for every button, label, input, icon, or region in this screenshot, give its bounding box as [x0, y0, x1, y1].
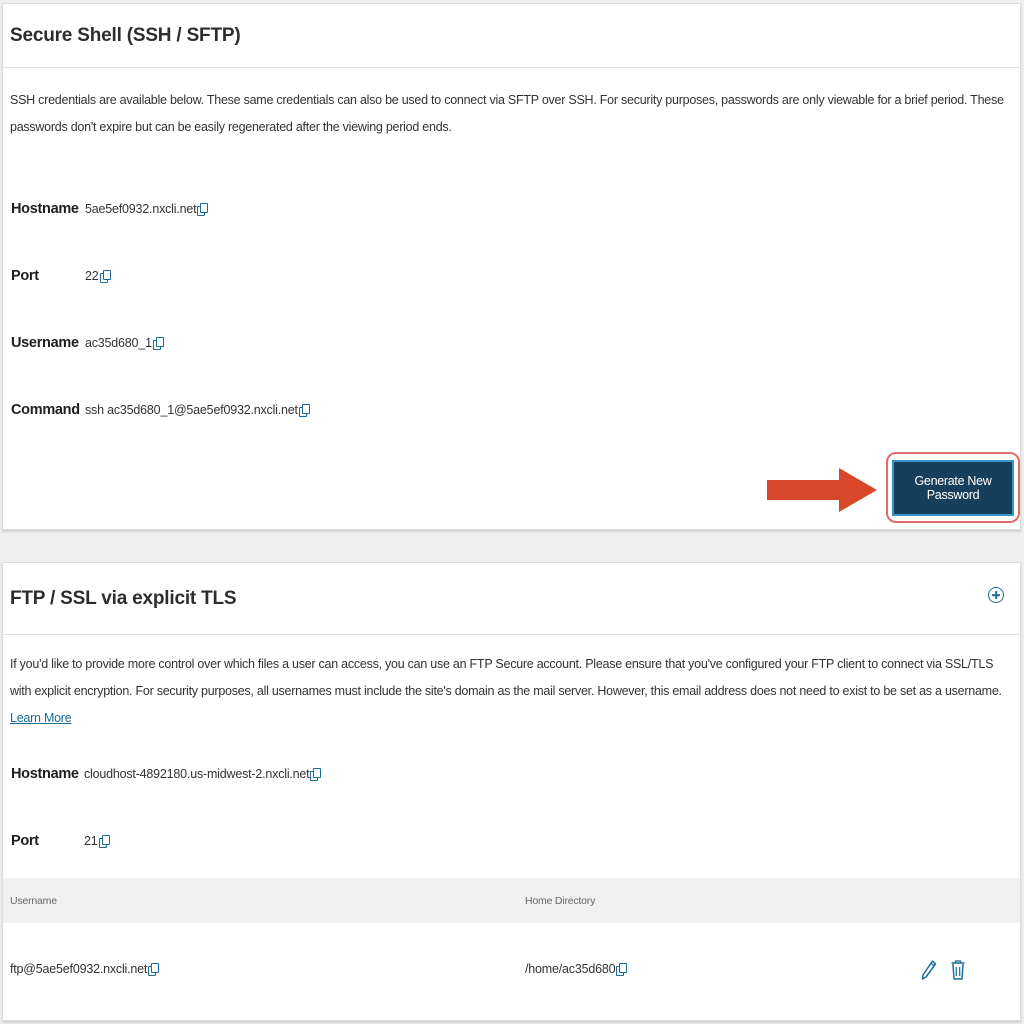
- ftp-port-label: Port: [11, 833, 39, 849]
- generate-button-highlight: Generate New Password: [886, 452, 1020, 523]
- copy-icon[interactable]: [197, 202, 209, 216]
- ssh-command-label: Command: [11, 402, 80, 418]
- ftp-hostname-field: Hostname cloudhost-4892180.us-midwest-2.…: [11, 763, 322, 785]
- ftp-description: If you'd like to provide more control ov…: [10, 651, 1006, 732]
- ftp-port-value: 21: [84, 834, 110, 848]
- copy-icon[interactable]: [98, 834, 110, 848]
- ssh-username-text: ac35d680_1: [85, 336, 152, 350]
- ftp-title: FTP / SSL via explicit TLS: [10, 587, 237, 609]
- arrow-right-icon: [767, 468, 877, 512]
- ssh-username-field: Username ac35d680_1: [11, 332, 164, 354]
- ftp-row-username-text: ftp@5ae5ef0932.nxcli.net: [10, 962, 148, 976]
- ftp-row-home-directory-text: /home/ac35d680: [525, 962, 616, 976]
- ssh-port-field: Port 22: [11, 265, 111, 287]
- learn-more-link[interactable]: Learn More: [10, 711, 72, 725]
- ftp-hostname-value: cloudhost-4892180.us-midwest-2.nxcli.net: [84, 767, 322, 781]
- ssh-username-label: Username: [11, 335, 79, 351]
- ftp-hostname-label: Hostname: [11, 766, 79, 782]
- ftp-hostname-text: cloudhost-4892180.us-midwest-2.nxcli.net: [84, 767, 310, 781]
- ftp-description-text: If you'd like to provide more control ov…: [10, 657, 1002, 698]
- ssh-username-value: ac35d680_1: [85, 336, 164, 350]
- ssh-command-text: ssh ac35d680_1@5ae5ef0932.nxcli.net: [85, 403, 298, 417]
- plus-circle-icon[interactable]: [988, 587, 1004, 603]
- ftp-card-header: FTP / SSL via explicit TLS: [3, 563, 1020, 635]
- copy-icon[interactable]: [616, 962, 628, 976]
- column-header-username: Username: [10, 895, 57, 907]
- ssh-hostname-value: 5ae5ef0932.nxcli.net: [85, 202, 209, 216]
- ftp-row-home-directory: /home/ac35d680: [525, 962, 628, 976]
- ssh-port-text: 22: [85, 269, 99, 283]
- ftp-card: FTP / SSL via explicit TLS If you'd like…: [2, 562, 1021, 1021]
- ssh-command-value: ssh ac35d680_1@5ae5ef0932.nxcli.net: [85, 403, 310, 417]
- ssh-hostname-text: 5ae5ef0932.nxcli.net: [85, 202, 197, 216]
- copy-icon[interactable]: [310, 767, 322, 781]
- ftp-port-text: 21: [84, 834, 98, 848]
- ftp-table-header: Username Home Directory: [3, 878, 1020, 923]
- pencil-icon[interactable]: [921, 959, 937, 981]
- ssh-command-field: Command ssh ac35d680_1@5ae5ef0932.nxcli.…: [11, 399, 310, 421]
- ssh-card: Secure Shell (SSH / SFTP) SSH credential…: [2, 3, 1021, 530]
- table-row: ftp@5ae5ef0932.nxcli.net /home/ac35d680: [3, 923, 1020, 1020]
- ssh-card-header: Secure Shell (SSH / SFTP): [3, 4, 1020, 68]
- generate-new-password-button[interactable]: Generate New Password: [892, 459, 1014, 516]
- copy-icon[interactable]: [298, 403, 310, 417]
- copy-icon[interactable]: [148, 962, 160, 976]
- ssh-description: SSH credentials are available below. The…: [10, 93, 1004, 134]
- ssh-port-label: Port: [11, 268, 39, 284]
- ssh-title: Secure Shell (SSH / SFTP): [10, 24, 241, 46]
- ssh-hostname-label: Hostname: [11, 201, 79, 217]
- ftp-port-field: Port 21: [11, 830, 110, 852]
- trash-icon[interactable]: [950, 959, 966, 981]
- ftp-row-username: ftp@5ae5ef0932.nxcli.net: [10, 962, 160, 976]
- copy-icon[interactable]: [152, 336, 164, 350]
- ssh-hostname-field: Hostname 5ae5ef0932.nxcli.net: [11, 198, 209, 220]
- copy-icon[interactable]: [99, 269, 111, 283]
- column-header-home-directory: Home Directory: [525, 895, 596, 907]
- ssh-port-value: 22: [85, 269, 111, 283]
